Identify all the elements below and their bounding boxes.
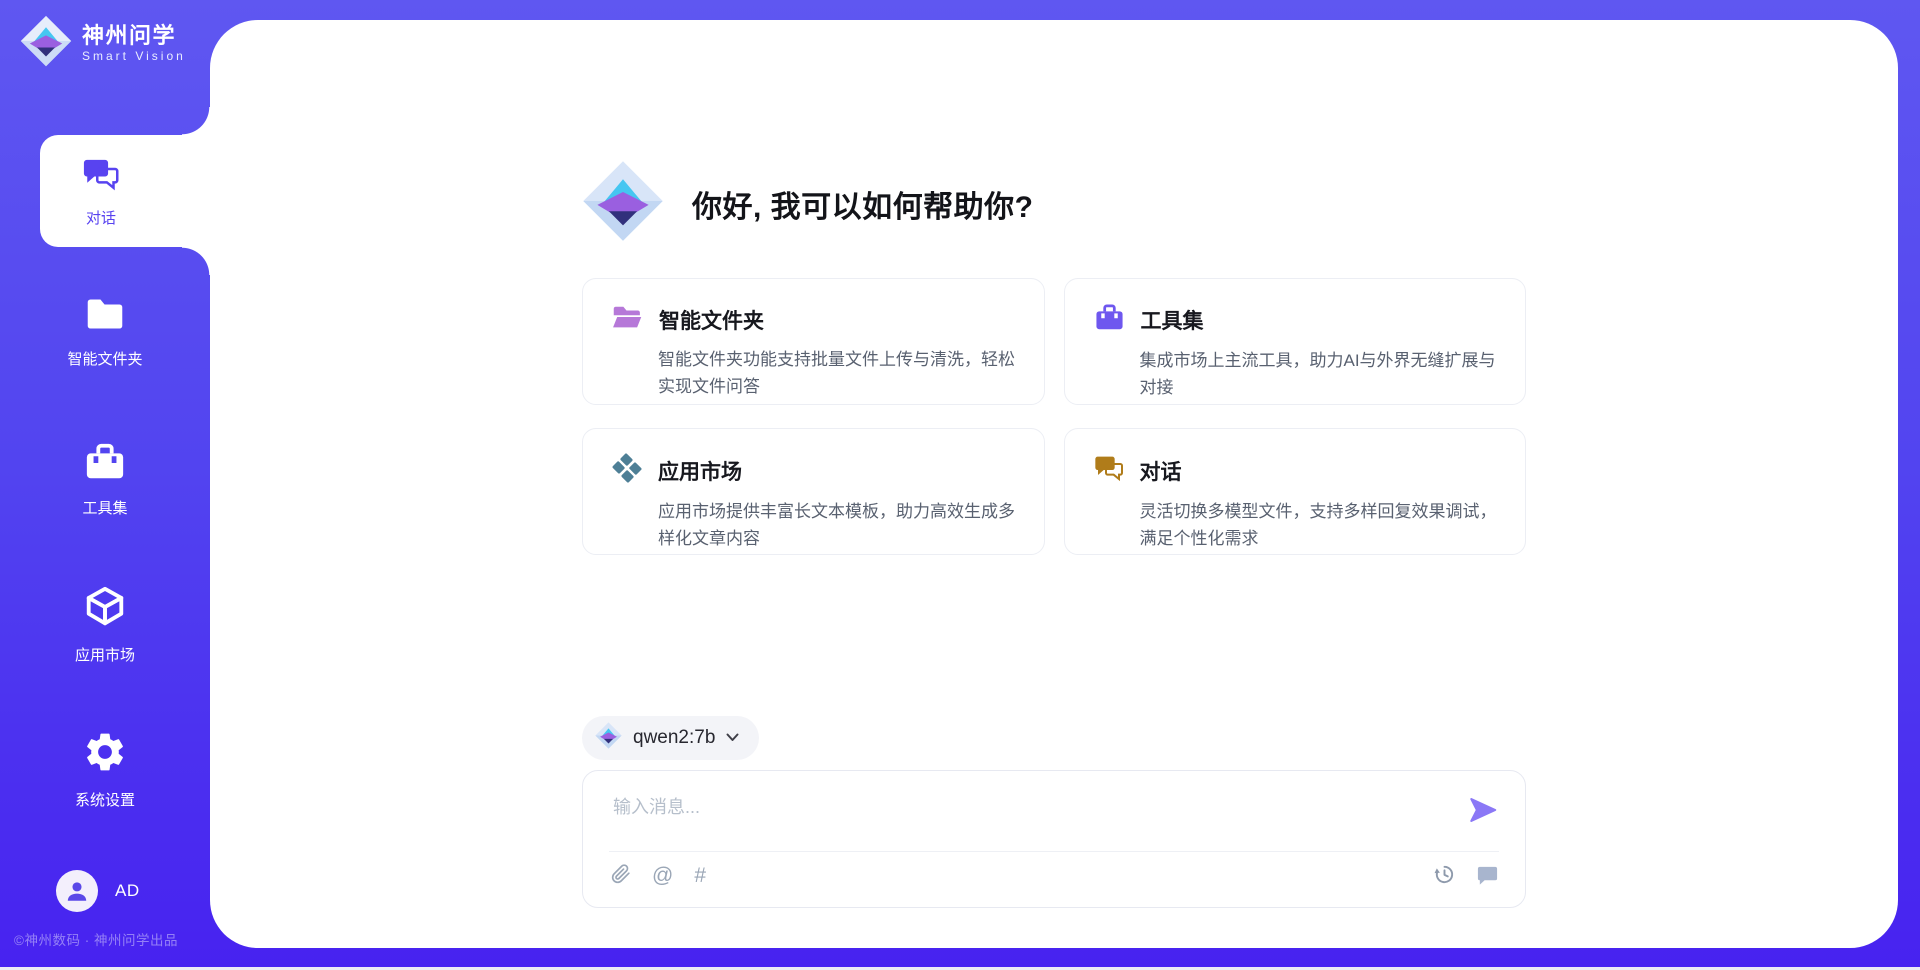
brand: 神州问学 Smart Vision (20, 15, 186, 72)
mention-button[interactable]: @ (652, 865, 673, 887)
card-description: 集成市场上主流工具，助力AI与外界无缝扩展与对接 (1140, 347, 1498, 401)
sidebar-item-label: 工具集 (82, 497, 127, 518)
brand-subtitle: Smart Vision (82, 50, 186, 64)
model-selector[interactable]: qwen2:7b (582, 716, 759, 760)
card-title: 工具集 (1141, 305, 1204, 335)
attach-file-button[interactable] (611, 863, 631, 888)
sidebar-item-settings[interactable]: 系统设置 (0, 729, 210, 810)
card-chat[interactable]: 对话 灵活切换多模型文件，支持多样回复效果调试，满足个性化需求 (1064, 428, 1527, 555)
gear-icon (82, 729, 128, 779)
card-description: 智能文件夹功能支持批量文件上传与清洗，轻松实现文件问答 (658, 346, 1016, 400)
tab-connector-bottom (182, 247, 210, 275)
main-panel: 你好, 我可以如何帮助你? 智能文件夹 智能文件夹功能支持批量文件上传与清洗，轻… (210, 20, 1898, 948)
at-icon: @ (652, 865, 673, 887)
user-account[interactable]: AD (56, 870, 140, 912)
new-chat-button[interactable] (1476, 863, 1499, 889)
history-icon (1433, 863, 1456, 889)
history-button[interactable] (1433, 863, 1456, 889)
message-composer: @ # (582, 770, 1526, 908)
user-avatar-icon (56, 870, 98, 912)
card-title: 智能文件夹 (659, 305, 764, 335)
card-toolbox[interactable]: 工具集 集成市场上主流工具，助力AI与外界无缝扩展与对接 (1064, 278, 1527, 405)
toolbox-icon (1093, 302, 1126, 338)
model-name: qwen2:7b (633, 727, 715, 749)
folder-icon (83, 294, 127, 338)
send-button[interactable] (1466, 794, 1500, 828)
sidebar-item-toolbox[interactable]: 工具集 (0, 441, 210, 518)
feature-cards: 智能文件夹 智能文件夹功能支持批量文件上传与清洗，轻松实现文件问答 工具集 (582, 278, 1526, 555)
sidebar-item-label: 系统设置 (75, 789, 135, 810)
composer-divider (609, 851, 1499, 852)
sidebar-item-label: 对话 (86, 207, 116, 228)
hash-icon: # (694, 865, 706, 887)
diamond-logo-icon (595, 722, 622, 754)
message-input[interactable] (611, 791, 1425, 845)
brand-name: 神州问学 (82, 23, 186, 48)
card-title: 对话 (1140, 456, 1182, 486)
chat-icon (81, 154, 121, 199)
card-title: 应用市场 (658, 456, 742, 486)
toolbox-icon (82, 441, 128, 487)
diamond-logo-icon (20, 15, 72, 72)
sidebar-item-chat[interactable]: 对话 (40, 135, 211, 247)
paperclip-icon (611, 863, 631, 888)
copyright: ©神州数码 · 神州问学出品 (14, 929, 224, 949)
tab-connector-top (182, 107, 210, 135)
greeting-title: 你好, 我可以如何帮助你? (692, 182, 1034, 226)
topic-button[interactable]: # (694, 865, 706, 887)
chevron-down-icon (726, 729, 739, 747)
card-app-market[interactable]: 应用市场 应用市场提供丰富长文本模板，助力高效生成多样化文章内容 (582, 428, 1045, 555)
sidebar-item-smart-folder[interactable]: 智能文件夹 (0, 294, 210, 369)
greeting: 你好, 我可以如何帮助你? (582, 160, 1034, 247)
grid-cube-icon (611, 452, 643, 489)
sidebar-item-label: 应用市场 (75, 644, 135, 665)
chat-bubble-icon (1476, 863, 1499, 889)
sidebar-item-app-market[interactable]: 应用市场 (0, 584, 210, 665)
diamond-logo-icon (582, 160, 664, 247)
send-icon (1467, 814, 1499, 829)
user-name: AD (115, 881, 140, 901)
card-description: 灵活切换多模型文件，支持多样回复效果调试，满足个性化需求 (1140, 498, 1498, 552)
sidebar-item-label: 智能文件夹 (67, 348, 142, 369)
chat-icon (1093, 452, 1125, 489)
cube-icon (82, 584, 128, 634)
card-description: 应用市场提供丰富长文本模板，助力高效生成多样化文章内容 (658, 498, 1016, 552)
folder-open-icon (611, 302, 644, 337)
card-smart-folder[interactable]: 智能文件夹 智能文件夹功能支持批量文件上传与清洗，轻松实现文件问答 (582, 278, 1045, 405)
app-window: 神州问学 Smart Vision 对话 (0, 0, 1920, 970)
